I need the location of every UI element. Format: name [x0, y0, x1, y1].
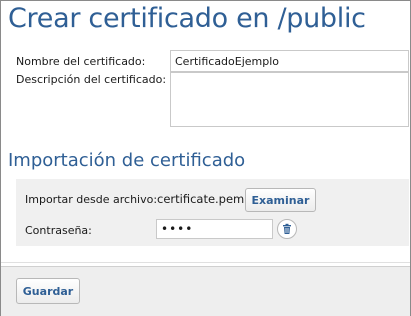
browse-button[interactable]: Examinar: [245, 188, 316, 212]
certificate-name-label: Nombre del certificado:: [16, 55, 146, 68]
trash-icon: [283, 223, 291, 234]
import-file-label: Importar desde archivo:: [25, 193, 158, 206]
selected-file-name: certificate.pem: [157, 192, 245, 206]
password-input[interactable]: [156, 219, 273, 239]
save-button[interactable]: Guardar: [16, 278, 80, 304]
page-title: Crear certificado en /public: [8, 3, 366, 34]
delete-password-button[interactable]: [277, 219, 297, 239]
certificate-name-input[interactable]: [170, 50, 409, 72]
certificate-description-label: Descripción del certificado:: [16, 73, 167, 86]
certificate-description-field[interactable]: [170, 72, 409, 127]
password-label: Contraseña:: [25, 224, 92, 237]
save-button-label: Guardar: [22, 284, 74, 298]
browse-button-label: Examinar: [251, 193, 310, 207]
import-section-title: Importación de certificado: [8, 150, 246, 171]
footer-divider: [1, 262, 410, 263]
